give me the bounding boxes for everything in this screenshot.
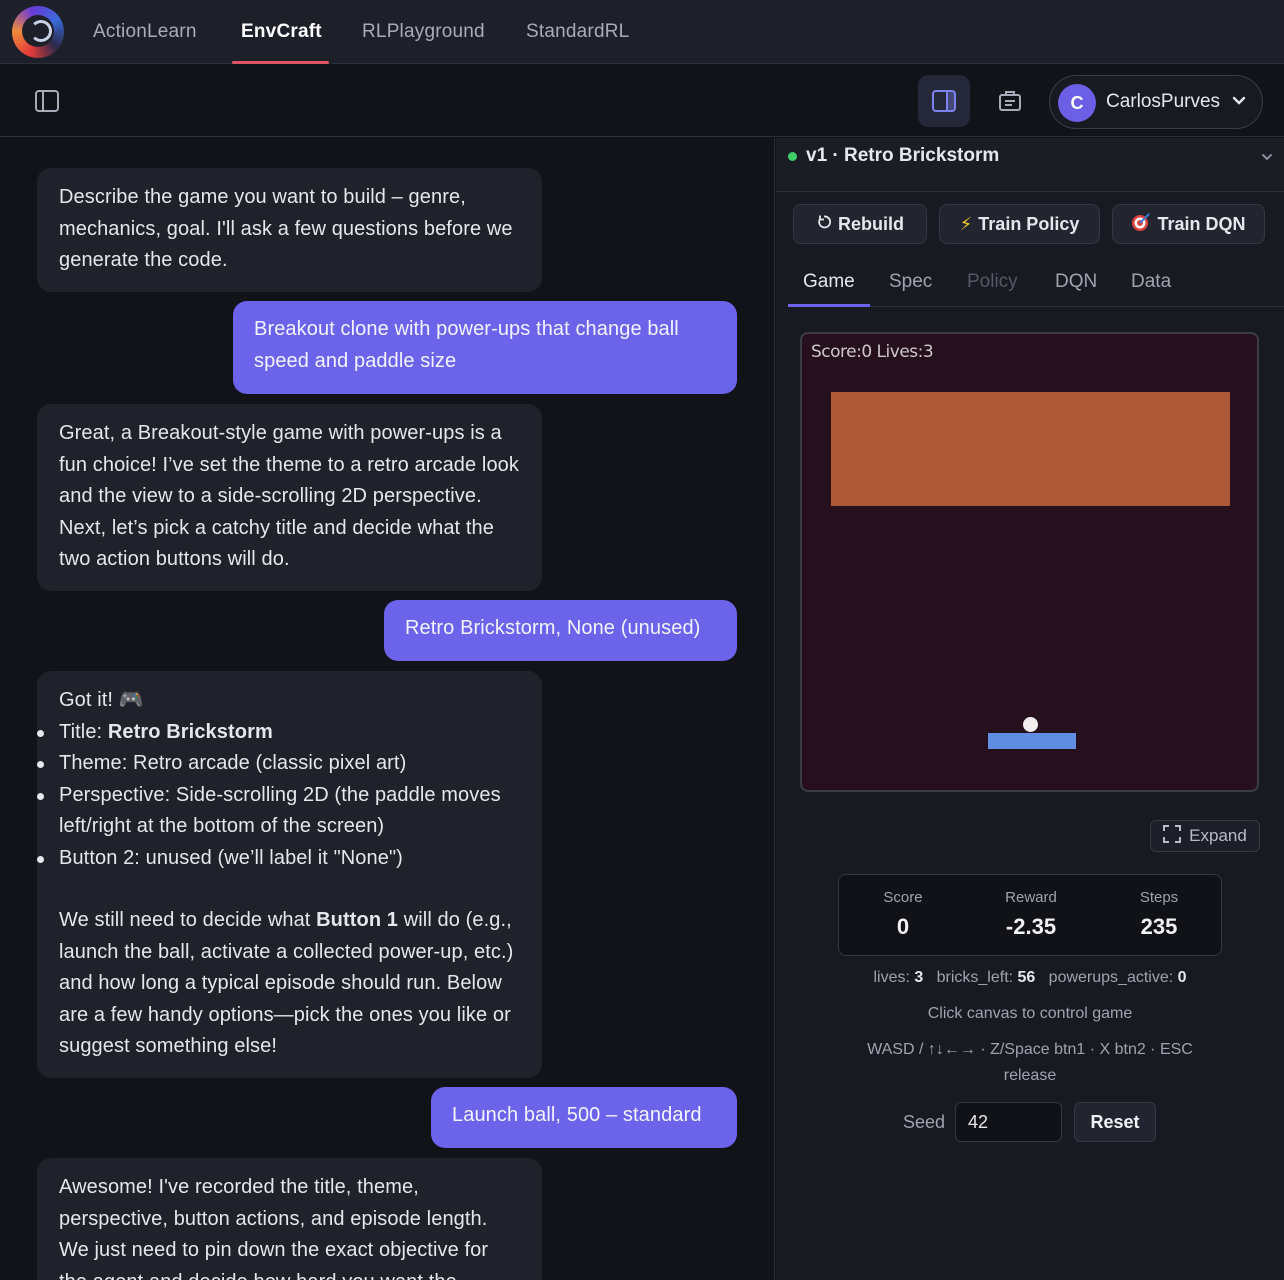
toolbar: C CarlosPurves [0, 65, 1284, 137]
game-info: lives: 3 bricks_left: 56 powerups_active… [873, 969, 1187, 986]
nav-tab-envcraft[interactable]: EnvCraft [241, 0, 322, 64]
active-tab-indicator [232, 61, 329, 64]
nav-tab-standardrl[interactable]: StandardRL [526, 0, 629, 64]
tab-spec[interactable]: Spec [889, 260, 932, 304]
controls-help-cont: release [1003, 1067, 1057, 1084]
user-menu[interactable]: C CarlosPurves [1049, 75, 1263, 129]
paddle [988, 733, 1076, 749]
assistant-message: Describe the game you want to build – ge… [37, 168, 542, 292]
tab-data[interactable]: Data [1131, 260, 1171, 304]
assistant-message: Awesome! I've recorded the title, theme,… [37, 1158, 542, 1280]
lightning-icon: ⚡ [959, 213, 973, 234]
controls-help: WASD / ↑↓←→ · Z/Space btn1 · X btn2 · ES… [867, 1041, 1193, 1058]
control-hint: Click canvas to control game [927, 1005, 1133, 1022]
briefcase-icon[interactable] [984, 75, 1036, 127]
user-message: Retro Brickstorm, None (unused) [384, 600, 737, 661]
avatar: C [1058, 84, 1096, 122]
message-paragraph: We still need to decide what Button 1 wi… [59, 909, 514, 1057]
assistant-message: Great, a Breakout-style game with power-… [37, 404, 542, 591]
stat-steps: Steps 235 [1139, 889, 1179, 939]
refresh-icon [816, 214, 832, 235]
active-tab-indicator [788, 304, 870, 307]
app-logo[interactable] [12, 6, 64, 58]
status-dot [788, 152, 797, 161]
tab-policy: Policy [967, 271, 1018, 292]
sidebar-toggle-icon[interactable] [21, 75, 73, 127]
train-dqn-button[interactable]: Train DQN [1112, 204, 1265, 244]
list-item: Perspective: Side-scrolling 2D (the padd… [37, 780, 520, 843]
nav-tab-actionlearn[interactable]: ActionLearn [93, 0, 197, 64]
list-item: Title: Retro Brickstorm [37, 717, 520, 749]
stats-card: Score 0 Reward -2.35 Steps 235 [838, 874, 1222, 956]
assistant-message: Got it! 🎮 Title: Retro Brickstorm Theme:… [37, 671, 542, 1078]
list-item: Theme: Retro arcade (classic pixel art) [37, 748, 520, 780]
version-header[interactable]: v1 · Retro Brickstorm [776, 138, 1284, 192]
nav-tab-rlplayground[interactable]: RLPlayground [362, 0, 485, 64]
environment-panel: v1 · Retro Brickstorm Rebuild ⚡ Train Po… [776, 138, 1284, 1280]
stat-reward: Reward -2.35 [1005, 889, 1057, 939]
stat-score: Score 0 [883, 889, 923, 939]
chat-panel: Describe the game you want to build – ge… [0, 138, 775, 1280]
chevron-down-icon [1232, 94, 1246, 113]
reset-button[interactable]: Reset [1074, 1102, 1156, 1142]
user-message: Launch ball, 500 – standard [431, 1087, 737, 1148]
top-nav: ActionLearn EnvCraft RLPlayground Standa… [0, 0, 1284, 64]
tab-dqn[interactable]: DQN [1055, 260, 1097, 304]
panel-toggle-icon[interactable] [918, 75, 970, 127]
seed-input[interactable]: 42 [955, 1102, 1062, 1142]
user-message: Breakout clone with power-ups that chang… [233, 301, 737, 394]
summary-list: Title: Retro Brickstorm Theme: Retro arc… [37, 717, 520, 875]
chevron-down-icon[interactable] [1260, 150, 1274, 169]
brick-block [831, 392, 1230, 506]
train-policy-button[interactable]: ⚡ Train Policy [939, 204, 1100, 244]
target-icon [1131, 212, 1151, 237]
message-intro: Got it! 🎮 [59, 689, 144, 711]
game-canvas[interactable]: Score:0 Lives:3 [800, 332, 1259, 792]
tab-game[interactable]: Game [803, 260, 855, 304]
user-name: CarlosPurves [1106, 91, 1221, 112]
version-title: v1 · Retro Brickstorm [806, 145, 1000, 166]
list-item: Button 2: unused (we’ll label it "None") [37, 843, 520, 875]
title-value: Retro Brickstorm [107, 720, 273, 743]
expand-icon [1163, 824, 1182, 848]
seed-label: Seed [903, 1112, 946, 1132]
rebuild-button[interactable]: Rebuild [793, 204, 927, 244]
expand-button[interactable]: Expand [1150, 820, 1260, 852]
ball [1023, 717, 1038, 732]
game-hud: Score:0 Lives:3 [811, 342, 934, 362]
